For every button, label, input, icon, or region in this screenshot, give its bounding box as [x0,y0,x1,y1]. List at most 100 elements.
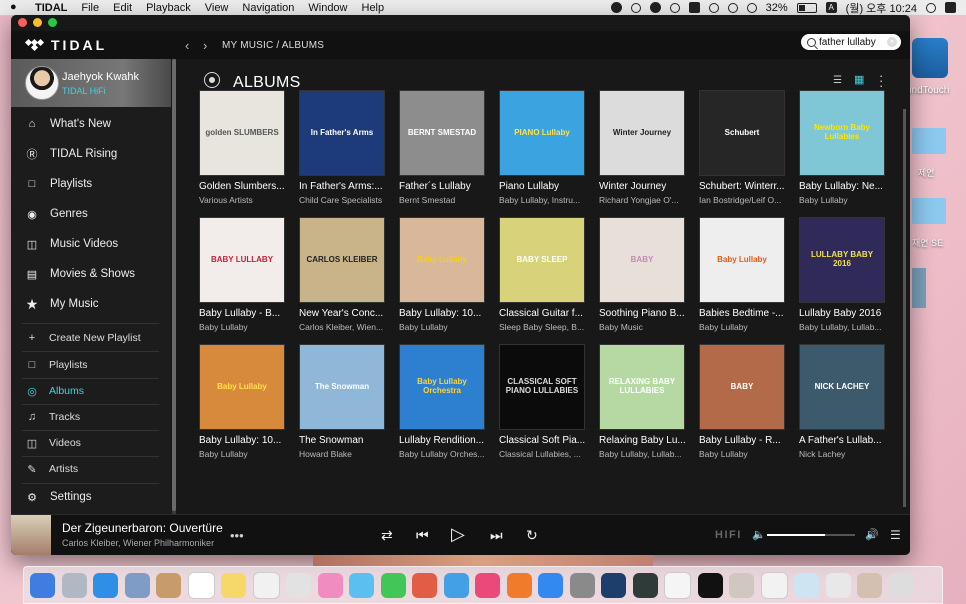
dock-app-icon[interactable] [156,572,181,598]
album-title[interactable]: Classical Guitar f... [499,308,587,319]
album-card[interactable]: CLASSICAL SOFT PIANO LULLABIES Classical … [499,344,587,459]
avatar[interactable] [25,66,59,100]
album-title[interactable]: A Father's Lullab... [799,435,887,446]
dock-app-icon[interactable] [221,572,246,598]
now-playing-artist[interactable]: Carlos Kleiber, Wiener Philharmoniker [62,538,214,548]
album-card[interactable]: Baby Lullaby Baby Lullaby: 10... Baby Lull… [199,344,287,459]
dock-app-icon[interactable] [888,572,914,598]
status-sync-icon[interactable] [630,2,641,13]
album-cover[interactable]: In Father's Arms [299,90,385,176]
album-artist[interactable]: Sleep Baby Sleep, B... [499,322,587,332]
dock-app-icon[interactable] [286,572,311,598]
album-cover[interactable]: BERNT SMESTAD [399,90,485,176]
queue-icon[interactable]: ☰ [890,528,901,542]
album-cover[interactable]: Baby Lullaby [199,344,285,430]
album-card[interactable]: Newborn Baby Lullabies Baby Lullaby: Ne..… [799,90,887,205]
album-artist[interactable]: Baby Lullaby [699,449,787,459]
now-playing-title[interactable]: Der Zigeunerbaron: Ouvertüre [62,521,223,535]
dock-app-icon[interactable] [475,572,500,598]
menu-navigation[interactable]: Navigation [242,2,294,14]
album-title[interactable]: Soothing Piano B... [599,308,687,319]
album-artist[interactable]: Nick Lachey [799,449,887,459]
status-settings-icon[interactable] [669,2,680,13]
more-options-icon[interactable]: · · · [879,69,885,92]
maximize-window-button[interactable] [48,18,57,27]
next-track-icon[interactable]: ⏭ [490,527,503,544]
sidebar-subitem-albums[interactable]: ◎ Albums [11,378,171,404]
album-artist[interactable]: Various Artists [199,195,287,205]
album-card[interactable]: CARLOS KLEIBER New Year's Conc... Carlos K… [299,217,387,332]
album-card[interactable]: NICK LACHEY A Father's Lullab... Nick Lach… [799,344,887,459]
previous-track-icon[interactable]: ⏮ [416,527,429,544]
dock-app-icon[interactable] [632,572,658,598]
album-card[interactable]: BABY Soothing Piano B... Baby Music [599,217,687,332]
dock-app-icon[interactable] [506,572,532,598]
album-cover[interactable]: NICK LACHEY [799,344,885,430]
dock-app-icon[interactable] [697,572,723,598]
album-cover[interactable]: Baby Lullaby Orchestra [399,344,485,430]
dock-app-icon[interactable] [380,572,406,598]
repeat-icon[interactable]: ↻ [526,527,538,544]
album-title[interactable]: Baby Lullaby - R... [699,435,787,446]
album-artist[interactable]: Baby Music [599,322,687,332]
dock-app-icon[interactable] [187,571,215,599]
menu-file[interactable]: File [81,2,99,14]
shuffle-icon[interactable]: ⇄ [381,527,393,544]
sidebar-subitem-artists[interactable]: ✎ Artists [11,456,171,482]
album-artist[interactable]: Howard Blake [299,449,387,459]
album-title[interactable]: Father´s Lullaby [399,181,487,192]
sidebar-item-music-videos[interactable]: ◫ Music Videos [11,229,171,259]
album-card[interactable]: The Snowman The Snowman Howard Blake [299,344,387,459]
dock-app-icon[interactable] [538,572,563,598]
album-cover[interactable]: CLASSICAL SOFT PIANO LULLABIES [499,344,585,430]
album-cover[interactable]: RELAXING BABY LULLABIES [599,344,685,430]
folder-icon[interactable] [912,128,946,154]
sidebar-item-tidal-rising[interactable]: Ⓡ TIDAL Rising [11,139,171,169]
menu-app-name[interactable]: TIDAL [35,2,67,14]
album-artist[interactable]: Baby Lullaby, Instru... [499,195,587,205]
album-title[interactable]: Babies Bedtime -... [699,308,787,319]
album-cover[interactable]: BABY [699,344,785,430]
menu-playback[interactable]: Playback [146,2,191,14]
dock-app-icon[interactable] [825,572,851,598]
dock-app-icon[interactable] [601,572,626,598]
menu-clock[interactable]: (월) 오후 10:24 [846,0,917,16]
album-cover[interactable]: BABY LULLABY [199,217,285,303]
album-title[interactable]: Classical Soft Pia... [499,435,587,446]
album-card[interactable]: LULLABY BABY 2016 Lullaby Baby 2016 Baby L… [799,217,887,332]
album-card[interactable]: Schubert Schubert: Winterr... Ian Bostridg… [699,90,787,205]
sidebar-item-whats-new[interactable]: ⌂ What's New [11,109,171,139]
album-cover[interactable]: Winter Journey [599,90,685,176]
sidebar-item-settings[interactable]: ⚙ Settings [11,482,171,512]
sidebar-subitem-tracks[interactable]: ♫ Tracks [11,404,171,430]
wifi-icon[interactable] [746,2,757,13]
dock-app-icon[interactable] [794,572,819,598]
dock-app-icon[interactable] [30,572,55,598]
album-card[interactable]: BERNT SMESTAD Father´s Lullaby Bernt Smest… [399,90,487,205]
album-title[interactable]: Winter Journey [599,181,687,192]
album-title[interactable]: Baby Lullaby: 10... [199,435,287,446]
album-card[interactable]: Baby Lullaby Baby Lullaby: 10... Baby Lull… [399,217,487,332]
album-artist[interactable]: Baby Lullaby [799,195,887,205]
dock-app-icon[interactable] [664,571,691,599]
desktop-file-icon[interactable] [912,268,926,308]
album-cover[interactable]: BABY SLEEP [499,217,585,303]
album-artist[interactable]: Bernt Smestad [399,195,487,205]
menu-edit[interactable]: Edit [113,2,132,14]
album-title[interactable]: New Year's Conc... [299,308,387,319]
album-card[interactable]: In Father's Arms In Father's Arms:... Chil… [299,90,387,205]
album-title[interactable]: Relaxing Baby Lu... [599,435,687,446]
profile-header[interactable]: Jaehyok Kwahk TIDAL HiFi [11,59,171,107]
sidebar-item-playlists[interactable]: □ Playlists [11,169,171,199]
dock-app-icon[interactable] [252,571,280,599]
battery-percent[interactable]: 32% [766,2,788,14]
album-title[interactable]: In Father's Arms:... [299,181,387,192]
dock-app-icon[interactable] [760,571,788,599]
sidebar-item-genres[interactable]: ◉ Genres [11,199,171,229]
volume-high-icon[interactable]: 🔊 [865,528,879,541]
dock-app-icon[interactable] [412,572,437,598]
album-card[interactable]: PIANO Lullaby Piano Lullaby Baby Lullaby, … [499,90,587,205]
now-playing-cover[interactable] [11,515,51,555]
sidebar-subitem-videos[interactable]: ◫ Videos [11,430,171,456]
dock-app-icon[interactable] [317,572,343,598]
